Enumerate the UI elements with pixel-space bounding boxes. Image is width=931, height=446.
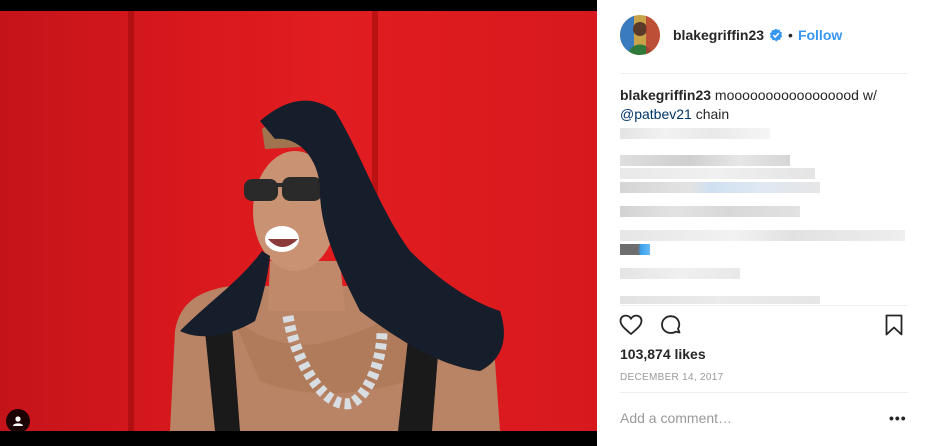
verified-badge-icon [769, 28, 783, 42]
caption-mention[interactable]: @patbev21 [620, 106, 692, 122]
blurred-comment [620, 268, 740, 279]
blurred-comment [620, 244, 650, 255]
user-tag-icon[interactable] [6, 409, 30, 431]
separator-dot: • [788, 27, 793, 43]
blurred-comment [620, 296, 820, 304]
comment-icon[interactable] [659, 313, 683, 337]
post-date[interactable]: DECEMBER 14, 2017 [620, 372, 723, 383]
action-bar [619, 313, 909, 337]
more-options-button[interactable]: ••• [889, 410, 907, 426]
post-caption: blakegriffin23 mooooooooooooooood w/ @pa… [620, 86, 910, 124]
blurred-comment [620, 182, 820, 193]
username-link[interactable]: blakegriffin23 [673, 27, 764, 43]
divider [620, 73, 908, 74]
post-media[interactable] [0, 0, 597, 446]
caption-username[interactable]: blakegriffin23 [620, 87, 711, 103]
follow-button[interactable]: Follow [798, 27, 842, 43]
blurred-comment [620, 168, 815, 179]
avatar[interactable] [620, 15, 660, 55]
blurred-comment [620, 155, 790, 166]
blurred-comment [620, 206, 800, 217]
post-header: blakegriffin23 • Follow [620, 14, 908, 56]
divider [620, 305, 908, 306]
heart-icon[interactable] [619, 313, 643, 337]
caption-text: mooooooooooooooood w/ [711, 87, 877, 103]
post-photo[interactable] [0, 11, 597, 431]
blurred-comment [620, 128, 770, 139]
divider [620, 392, 908, 393]
likes-count[interactable]: 103,874 likes [620, 346, 706, 362]
comment-input[interactable]: Add a comment… [620, 410, 732, 426]
caption-tail: chain [691, 106, 730, 122]
bookmark-icon[interactable] [882, 313, 906, 337]
post-sidebar: blakegriffin23 • Follow blakegriffin23 m… [597, 0, 931, 446]
person-figure [170, 100, 504, 431]
blurred-comment [620, 230, 905, 241]
